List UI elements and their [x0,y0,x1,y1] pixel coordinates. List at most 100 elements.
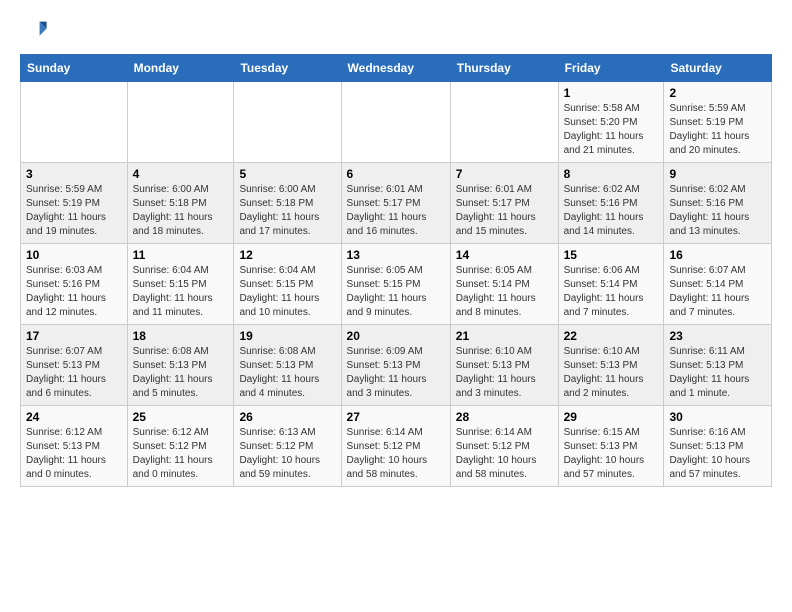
calendar-cell: 25 Sunrise: 6:12 AMSunset: 5:12 PMDayligh… [127,406,234,487]
calendar-cell: 16 Sunrise: 6:07 AMSunset: 5:14 PMDayligh… [664,244,772,325]
day-number: 9 [669,167,766,181]
weekday-header-row: SundayMondayTuesdayWednesdayThursdayFrid… [21,55,772,82]
day-number: 23 [669,329,766,343]
day-number: 8 [564,167,659,181]
weekday-header-saturday: Saturday [664,55,772,82]
day-number: 10 [26,248,122,262]
day-info: Sunrise: 6:01 AMSunset: 5:17 PMDaylight:… [456,183,553,239]
day-number: 11 [133,248,229,262]
day-number: 21 [456,329,553,343]
calendar-cell: 12Sunrise: 6:04 AMSunset: 5:15 PMDayligh… [234,244,341,325]
day-number: 3 [26,167,122,181]
calendar-cell: 20 Sunrise: 6:09 AMSunset: 5:13 PMDayligh… [341,325,450,406]
calendar-cell: 30 Sunrise: 6:16 AMSunset: 5:13 PMDayligh… [664,406,772,487]
calendar-cell: 27 Sunrise: 6:14 AMSunset: 5:12 PMDayligh… [341,406,450,487]
day-number: 2 [669,86,766,100]
day-info: Sunrise: 6:13 AMSunset: 5:12 PMDaylight:… [239,426,335,482]
calendar-cell: 8 Sunrise: 6:02 AMSunset: 5:16 PMDaylight… [558,163,664,244]
day-number: 19 [239,329,335,343]
calendar-cell: 22Sunrise: 6:10 AMSunset: 5:13 PMDayligh… [558,325,664,406]
day-info: Sunrise: 6:00 AMSunset: 5:18 PMDaylight:… [239,183,335,239]
day-info: Sunrise: 6:16 AMSunset: 5:13 PMDaylight:… [669,426,766,482]
calendar-cell [234,82,341,163]
header [20,16,772,44]
day-number: 6 [347,167,445,181]
calendar-cell [450,82,558,163]
day-info: Sunrise: 6:03 AMSunset: 5:16 PMDaylight:… [26,264,122,320]
calendar-cell: 1 Sunrise: 5:58 AMSunset: 5:20 PMDaylight… [558,82,664,163]
calendar-cell: 3 Sunrise: 5:59 AMSunset: 5:19 PMDaylight… [21,163,128,244]
day-number: 27 [347,410,445,424]
calendar-cell: 14 Sunrise: 6:05 AMSunset: 5:14 PMDayligh… [450,244,558,325]
day-info: Sunrise: 6:00 AMSunset: 5:18 PMDaylight:… [133,183,229,239]
day-number: 28 [456,410,553,424]
calendar-cell: 9 Sunrise: 6:02 AMSunset: 5:16 PMDaylight… [664,163,772,244]
calendar-cell: 5 Sunrise: 6:00 AMSunset: 5:18 PMDaylight… [234,163,341,244]
calendar-cell: 28 Sunrise: 6:14 AMSunset: 5:12 PMDayligh… [450,406,558,487]
weekday-header-monday: Monday [127,55,234,82]
day-info: Sunrise: 6:01 AMSunset: 5:17 PMDaylight:… [347,183,445,239]
day-number: 17 [26,329,122,343]
day-info: Sunrise: 6:14 AMSunset: 5:12 PMDaylight:… [347,426,445,482]
calendar-cell: 7 Sunrise: 6:01 AMSunset: 5:17 PMDaylight… [450,163,558,244]
calendar-cell: 18 Sunrise: 6:08 AMSunset: 5:13 PMDayligh… [127,325,234,406]
calendar-cell: 21 Sunrise: 6:10 AMSunset: 5:13 PMDayligh… [450,325,558,406]
day-number: 24 [26,410,122,424]
logo [20,16,52,44]
day-info: Sunrise: 6:08 AMSunset: 5:13 PMDaylight:… [133,345,229,401]
calendar-cell: 11 Sunrise: 6:04 AMSunset: 5:15 PMDayligh… [127,244,234,325]
day-number: 15 [564,248,659,262]
day-info: Sunrise: 6:02 AMSunset: 5:16 PMDaylight:… [564,183,659,239]
day-info: Sunrise: 5:59 AMSunset: 5:19 PMDaylight:… [669,102,766,158]
day-info: Sunrise: 6:08 AMSunset: 5:13 PMDaylight:… [239,345,335,401]
day-info: Sunrise: 6:06 AMSunset: 5:14 PMDaylight:… [564,264,659,320]
calendar-cell [21,82,128,163]
weekday-header-sunday: Sunday [21,55,128,82]
day-info: Sunrise: 5:58 AMSunset: 5:20 PMDaylight:… [564,102,659,158]
calendar-cell: 4Sunrise: 6:00 AMSunset: 5:18 PMDaylight… [127,163,234,244]
day-number: 20 [347,329,445,343]
calendar-table: SundayMondayTuesdayWednesdayThursdayFrid… [20,54,772,487]
calendar-cell: 24 Sunrise: 6:12 AMSunset: 5:13 PMDayligh… [21,406,128,487]
calendar-cell: 10 Sunrise: 6:03 AMSunset: 5:16 PMDayligh… [21,244,128,325]
weekday-header-tuesday: Tuesday [234,55,341,82]
calendar-cell: 13Sunrise: 6:05 AMSunset: 5:15 PMDayligh… [341,244,450,325]
day-number: 12 [239,248,335,262]
day-number: 16 [669,248,766,262]
day-number: 26 [239,410,335,424]
day-info: Sunrise: 6:12 AMSunset: 5:13 PMDaylight:… [26,426,122,482]
calendar-cell: 15 Sunrise: 6:06 AMSunset: 5:14 PMDayligh… [558,244,664,325]
calendar-week-row: 3 Sunrise: 5:59 AMSunset: 5:19 PMDaylight… [21,163,772,244]
day-number: 25 [133,410,229,424]
day-info: Sunrise: 6:05 AMSunset: 5:14 PMDaylight:… [456,264,553,320]
day-number: 7 [456,167,553,181]
day-info: Sunrise: 5:59 AMSunset: 5:19 PMDaylight:… [26,183,122,239]
calendar-cell: 23 Sunrise: 6:11 AMSunset: 5:13 PMDayligh… [664,325,772,406]
day-info: Sunrise: 6:14 AMSunset: 5:12 PMDaylight:… [456,426,553,482]
logo-icon [20,16,48,44]
calendar-week-row: 10 Sunrise: 6:03 AMSunset: 5:16 PMDayligh… [21,244,772,325]
day-info: Sunrise: 6:11 AMSunset: 5:13 PMDaylight:… [669,345,766,401]
weekday-header-thursday: Thursday [450,55,558,82]
day-info: Sunrise: 6:04 AMSunset: 5:15 PMDaylight:… [133,264,229,320]
calendar-cell [341,82,450,163]
calendar-week-row: 17 Sunrise: 6:07 AMSunset: 5:13 PMDayligh… [21,325,772,406]
day-info: Sunrise: 6:12 AMSunset: 5:12 PMDaylight:… [133,426,229,482]
weekday-header-friday: Friday [558,55,664,82]
day-info: Sunrise: 6:07 AMSunset: 5:14 PMDaylight:… [669,264,766,320]
calendar-cell: 6 Sunrise: 6:01 AMSunset: 5:17 PMDaylight… [341,163,450,244]
day-info: Sunrise: 6:02 AMSunset: 5:16 PMDaylight:… [669,183,766,239]
day-number: 30 [669,410,766,424]
day-info: Sunrise: 6:09 AMSunset: 5:13 PMDaylight:… [347,345,445,401]
day-number: 18 [133,329,229,343]
day-info: Sunrise: 6:10 AMSunset: 5:13 PMDaylight:… [456,345,553,401]
calendar-cell: 19 Sunrise: 6:08 AMSunset: 5:13 PMDayligh… [234,325,341,406]
calendar-cell [127,82,234,163]
day-number: 13 [347,248,445,262]
day-number: 5 [239,167,335,181]
weekday-header-wednesday: Wednesday [341,55,450,82]
calendar-cell: 17 Sunrise: 6:07 AMSunset: 5:13 PMDayligh… [21,325,128,406]
day-info: Sunrise: 6:07 AMSunset: 5:13 PMDaylight:… [26,345,122,401]
day-number: 1 [564,86,659,100]
day-number: 14 [456,248,553,262]
